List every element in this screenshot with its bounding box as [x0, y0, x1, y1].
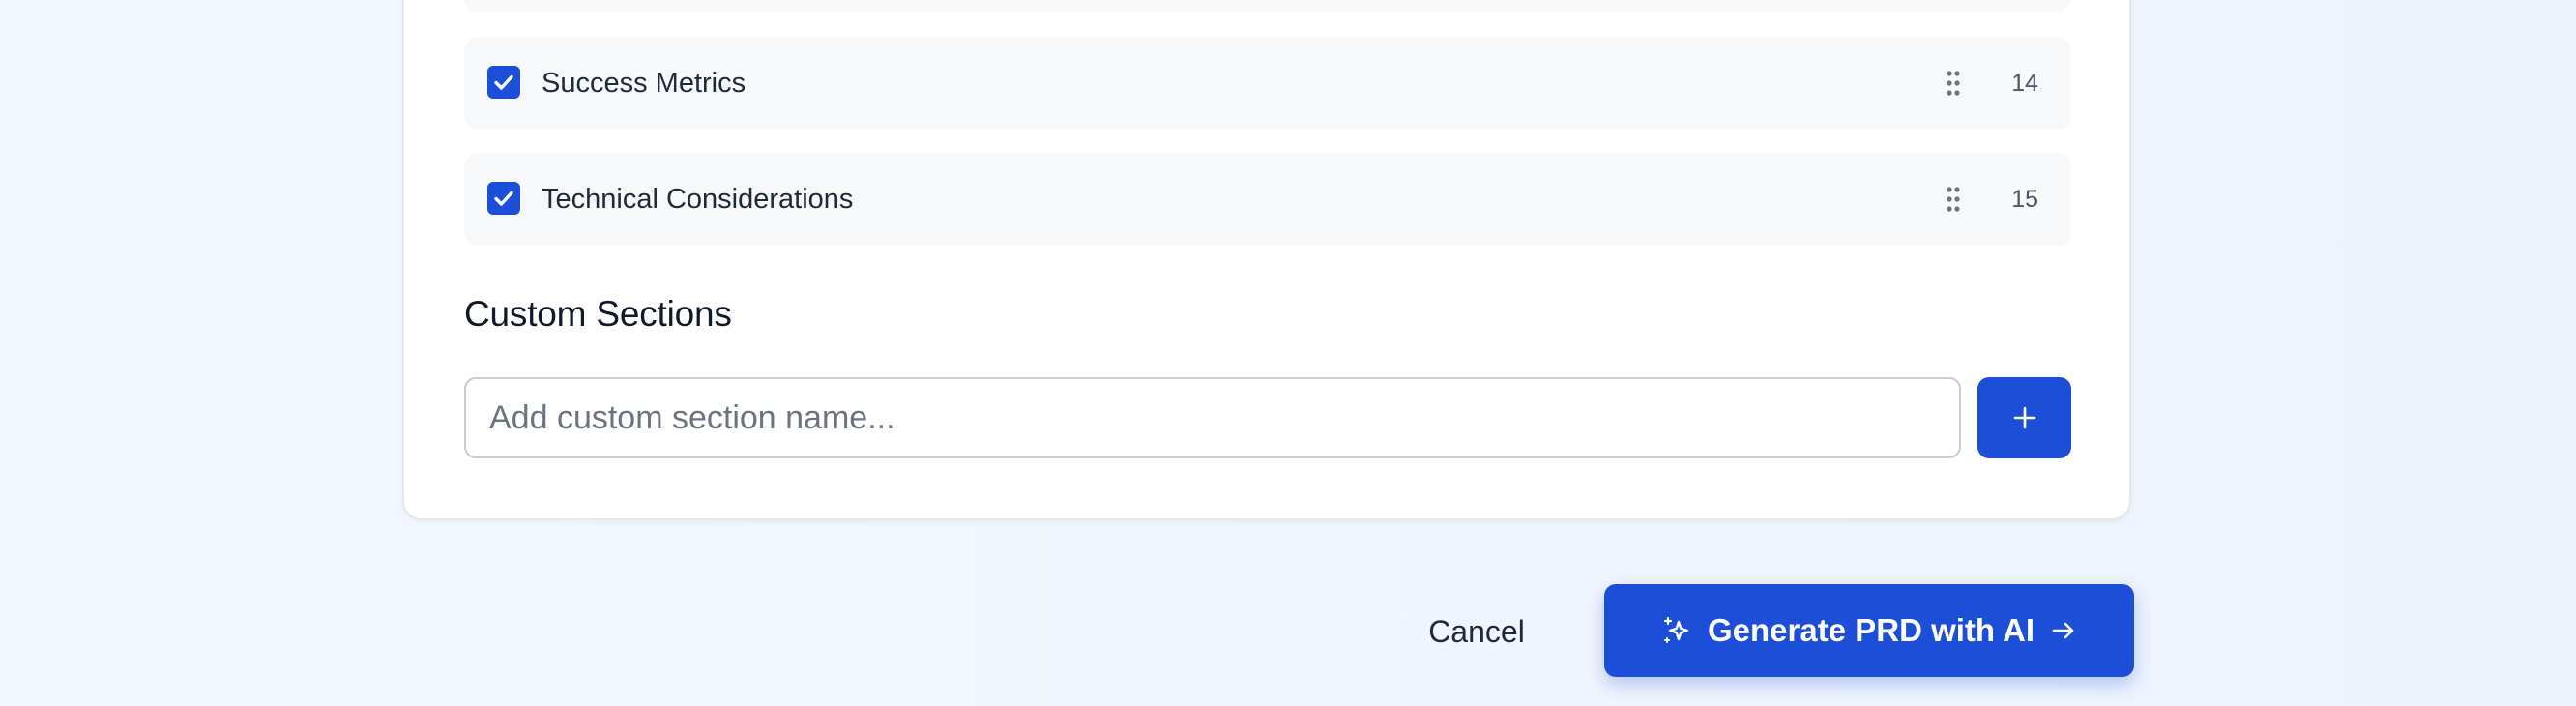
custom-section-name-input[interactable]	[464, 377, 1961, 458]
plus-icon	[2013, 406, 2035, 429]
check-icon	[494, 191, 513, 206]
section-number: 15	[2011, 186, 2038, 213]
custom-sections-heading: Custom Sections	[464, 294, 732, 334]
section-number: 14	[2011, 70, 2038, 97]
section-label: Technical Considerations	[542, 184, 854, 215]
drag-handle-icon[interactable]	[1946, 186, 1961, 213]
generate-prd-label: Generate PRD with AI	[1707, 612, 2034, 648]
previous-section-row	[464, 0, 2071, 12]
drag-handle-icon[interactable]	[1946, 70, 1961, 97]
section-row[interactable]: Success Metrics 14	[464, 37, 2071, 130]
section-label: Success Metrics	[542, 68, 746, 99]
generate-prd-button[interactable]: Generate PRD with AI	[1604, 584, 2134, 677]
arrow-right-icon	[2050, 617, 2077, 644]
add-custom-section-button[interactable]	[1977, 377, 2071, 458]
check-icon	[494, 74, 513, 90]
section-checkbox[interactable]	[487, 182, 520, 215]
section-row[interactable]: Technical Considerations 15	[464, 153, 2071, 246]
section-checkbox[interactable]	[487, 66, 520, 99]
sparkles-icon	[1661, 615, 1692, 646]
cancel-button[interactable]: Cancel	[1400, 600, 1553, 663]
